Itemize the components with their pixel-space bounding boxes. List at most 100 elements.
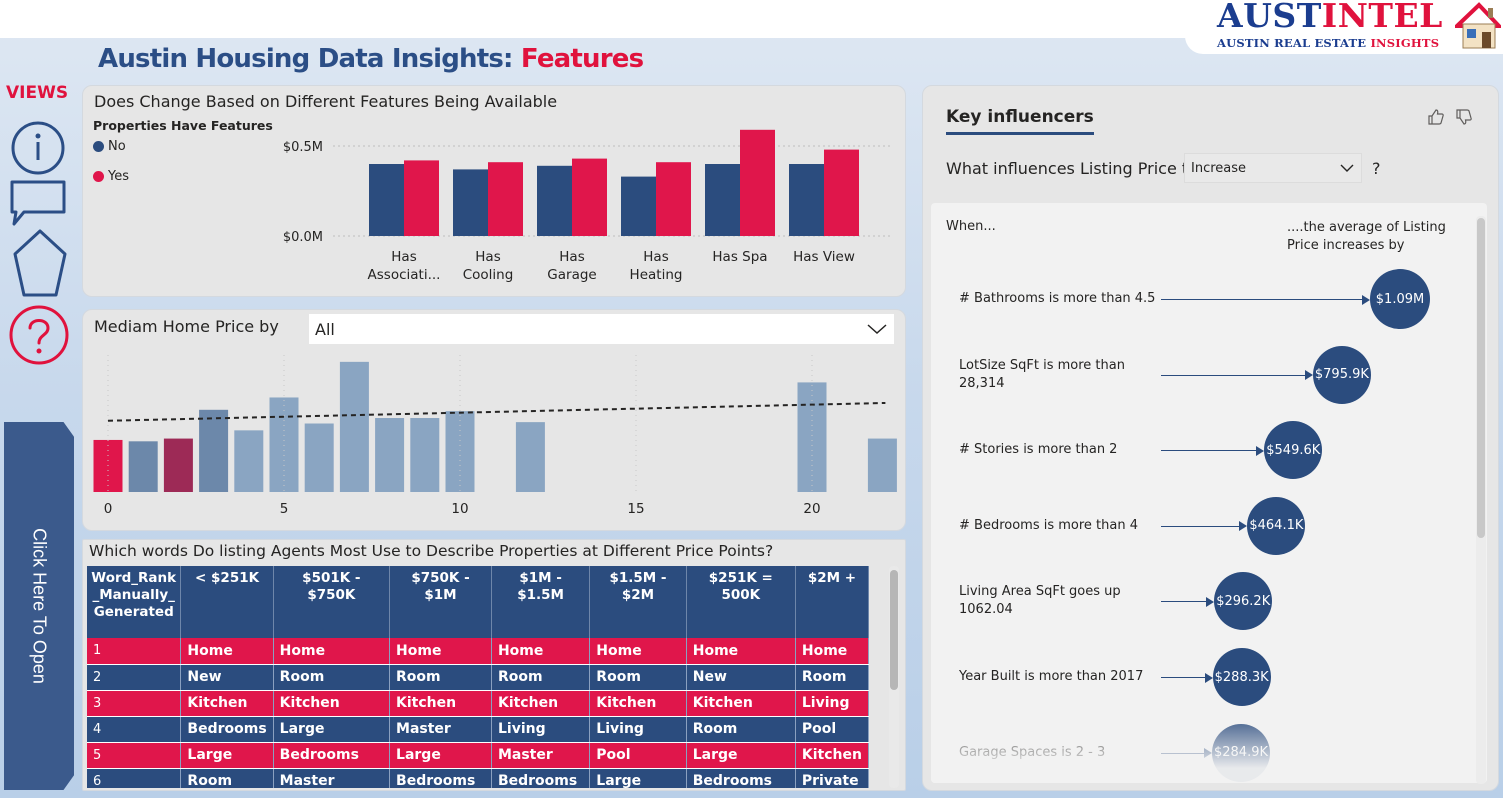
ki-when-label: When... [946,219,996,234]
column-header[interactable]: $2M + [795,566,869,638]
ki-question-label: What influences Listing Price to [946,159,1198,178]
x-tick-label: 15 [627,501,644,517]
bar-yes[interactable] [488,162,523,236]
column-header[interactable]: $1.5M - $2M [589,566,687,638]
median-price-bar[interactable] [867,438,897,492]
ki-results-area: When... ....the average of Listing Price… [931,203,1487,783]
word-cell: Bedrooms [180,716,274,743]
x-tick-label: Has View [793,249,855,265]
ki-impact-line [1161,677,1206,678]
x-tick-label: Has [475,249,500,265]
ki-factor-label: # Bathrooms is more than 4.5 [959,291,1156,306]
median-price-bar[interactable] [410,418,440,492]
info-icon[interactable] [10,120,66,176]
word-cell: Bedrooms [686,768,796,788]
ki-scrollbar-thumb[interactable] [1477,218,1485,538]
table-row[interactable]: 3 Kitchen Kitchen Kitchen Kitchen Kitchen Kitc… [87,690,869,717]
column-header[interactable]: $750K - $1M [389,566,492,638]
median-price-panel: Mediam Home Price by All 0 5 10 15 20 [82,309,906,531]
table-scrollbar-thumb[interactable] [890,570,898,690]
y-tick-label: $0.0M [283,230,323,245]
views-label: VIEWS [6,83,69,103]
y-tick-label: $0.5M [283,140,323,155]
word-cell: Home [491,638,591,665]
ki-impact-bubble[interactable]: $464.1K [1247,496,1306,555]
bar-no[interactable] [453,169,488,236]
median-price-bar[interactable] [128,441,158,492]
median-price-bar[interactable] [269,397,299,492]
bar-yes[interactable] [404,160,439,236]
median-price-bar[interactable] [375,418,405,492]
column-header[interactable]: Word_Rank _Manually_ Generated [87,566,182,638]
column-header[interactable]: $251K = 500K [686,566,796,638]
thumbs-up-icon[interactable] [1427,108,1445,126]
bar-yes[interactable] [740,129,775,236]
bar-yes[interactable] [824,149,859,236]
bar-no[interactable] [369,164,404,236]
chevron-down-icon [1340,164,1354,172]
chat-icon[interactable] [10,180,66,226]
word-cell: Kitchen [273,690,391,717]
median-price-bar-chart: 0 5 10 15 20 [93,355,897,517]
ki-impact-bubble[interactable]: $549.6K [1264,421,1323,480]
open-panel-button[interactable]: Click Here To Open [4,422,74,790]
median-price-bar[interactable] [445,411,475,492]
ki-impact-bubble[interactable]: $288.3K [1212,648,1271,706]
word-cell: Private [795,768,869,788]
tab-key-influencers[interactable]: Key influencers [946,107,1094,135]
word-cell: Large [389,742,492,769]
column-header[interactable]: < $251K [180,566,274,638]
logo-wordmark: AUSTINTEL [1217,0,1443,35]
column-header[interactable]: $501K - $750K [273,566,391,638]
bar-yes[interactable] [572,158,607,236]
word-cell: Home [389,638,492,665]
pentagon-icon[interactable] [12,228,68,298]
median-price-bar[interactable] [199,409,229,492]
ki-arrow-head [1206,596,1215,607]
ki-impact-bubble[interactable]: $795.9K [1312,345,1371,404]
ki-factor-label: Living Area SqFt goes up 1062.04 [959,584,1121,618]
key-influencers-panel: Key influencers What influences Listing … [922,85,1499,791]
table-scrollbar[interactable] [889,566,899,788]
table-row[interactable]: 5 Large Bedrooms Large Master Pool Large Kitche… [87,742,869,769]
median-price-bar[interactable] [515,422,545,492]
word-cell: Home [589,638,687,665]
word-cell: Room [686,716,796,743]
column-header[interactable]: $1M - $1.5M [491,566,591,638]
median-price-bar[interactable] [234,430,264,492]
median-price-bar[interactable] [304,423,334,493]
median-price-bar[interactable] [163,438,193,492]
bar-no[interactable] [621,176,656,236]
ki-impact-bubble[interactable]: $296.2K [1214,572,1273,631]
word-cell: Home [795,638,869,665]
median-price-bar[interactable] [339,361,369,492]
word-cell: Large [686,742,796,769]
thumbs-down-icon[interactable] [1455,108,1473,126]
rank-cell: 1 [87,638,182,665]
word-cell: Pool [589,742,687,769]
word-cell: Living [795,690,869,717]
words-table-panel: Which words Do listing Agents Most Use t… [82,539,906,791]
ki-scrollbar[interactable] [1476,216,1486,784]
bar-no[interactable] [537,165,572,236]
word-cell: Bedrooms [491,768,591,788]
table-row[interactable]: 2 New Room Room Room Room New Room [87,664,869,691]
ki-arrow-head [1256,445,1265,456]
words-table-container[interactable]: Word_Rank _Manually_ Generated < $251K $… [87,566,869,788]
bar-yes[interactable] [656,162,691,236]
rank-cell: 2 [87,664,182,691]
words-table: Word_Rank _Manually_ Generated < $251K $… [87,566,869,788]
ki-impact-bubble[interactable]: $1.09M [1370,269,1430,329]
help-icon[interactable] [8,304,70,366]
ki-factor-label: # Bedrooms is more than 4 [959,517,1138,533]
table-row[interactable]: 1 Home Home Home Home Home Home Home [87,638,869,665]
table-row[interactable]: 6 Room Master Bedrooms Bedrooms Large Bedrooms… [87,768,869,788]
bar-no[interactable] [705,164,740,236]
x-tick-label: Has [391,249,416,265]
words-table-title: Which words Do listing Agents Most Use t… [89,542,774,560]
ki-direction-dropdown[interactable]: Increase [1184,153,1362,183]
bar-no[interactable] [789,164,824,236]
x-tick-label: 10 [451,501,468,517]
word-cell: Room [589,664,687,691]
table-row[interactable]: 4 Bedrooms Large Master Living Living Room Pool [87,716,869,743]
